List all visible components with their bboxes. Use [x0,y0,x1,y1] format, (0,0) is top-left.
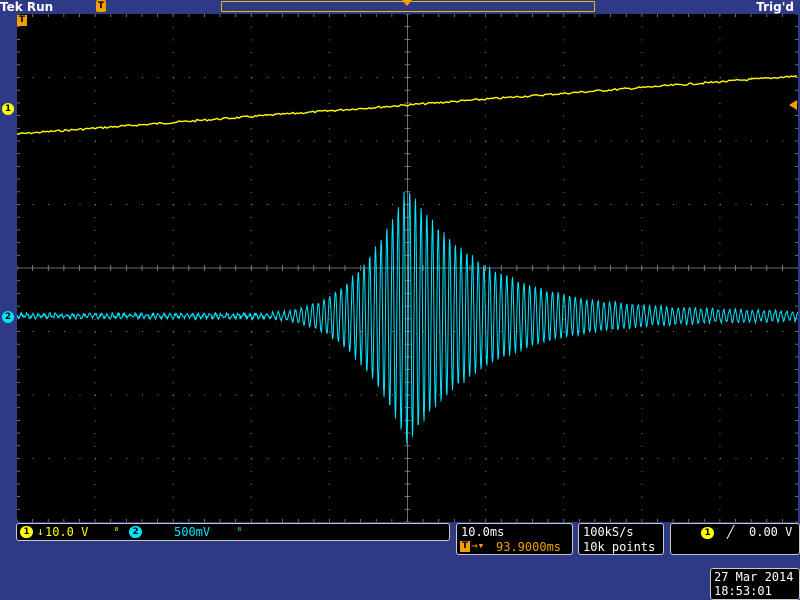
trigger-level: 0.00 V [749,525,793,539]
datetime-panel: 27 Mar 2014 18:53:01 [710,568,800,600]
trigger-status: Trig'd [756,0,794,14]
timebase-delay: 93.9000ms [496,540,562,554]
status-bar: Tek Run Trig'd [0,0,800,14]
readout-bar: 1 ↓ 10.0 V ᴮ 2 500mV ᴮ 10.0ms T →▾ 93.90… [0,522,800,600]
ch2-badge: 2 [129,526,142,538]
ch1-bandwidth-icon: ᴮ [114,527,120,537]
trigger-position-icon [402,0,412,6]
grid [17,14,798,522]
ch1-badge: 1 [20,526,33,538]
trigger-marker-icon: T [96,0,106,12]
ch1-arrow-icon: ↓ [37,525,44,538]
ch2-ground-marker[interactable]: 2 [2,311,14,323]
graticule-svg [17,14,798,522]
delay-t-icon: T [460,541,470,552]
ch2-bandwidth-icon: ᴮ [237,527,243,537]
acquisition-panel[interactable]: 100kS/s 10k points [578,523,664,555]
brand-status: Tek Run [0,0,54,14]
trigger-level-icon [789,100,797,110]
timebase-panel[interactable]: 10.0ms T →▾ 93.9000ms [456,523,573,555]
record-length: 10k points [583,540,656,554]
ch1-scale: 10.0 V [45,525,89,539]
trigger-panel[interactable]: 1 ╱ 0.00 V [670,523,800,555]
date: 27 Mar 2014 [714,570,794,584]
time: 18:53:01 [714,584,772,598]
sample-rate: 100kS/s [583,525,634,539]
waveform-display: T [17,14,798,522]
delay-arrow-icon: →▾ [471,539,485,552]
trigger-source-badge: 1 [701,527,714,539]
timebase-scale: 10.0ms [461,525,505,539]
channel-readout-panel[interactable]: 1 ↓ 10.0 V ᴮ 2 500mV ᴮ [16,523,450,541]
trigger-t-icon: T [17,15,27,26]
ch2-scale: 500mV [174,525,211,539]
rising-edge-icon: ╱ [727,525,735,539]
ch1-waveform [17,75,798,135]
ch1-ground-marker[interactable]: 1 [2,103,14,115]
